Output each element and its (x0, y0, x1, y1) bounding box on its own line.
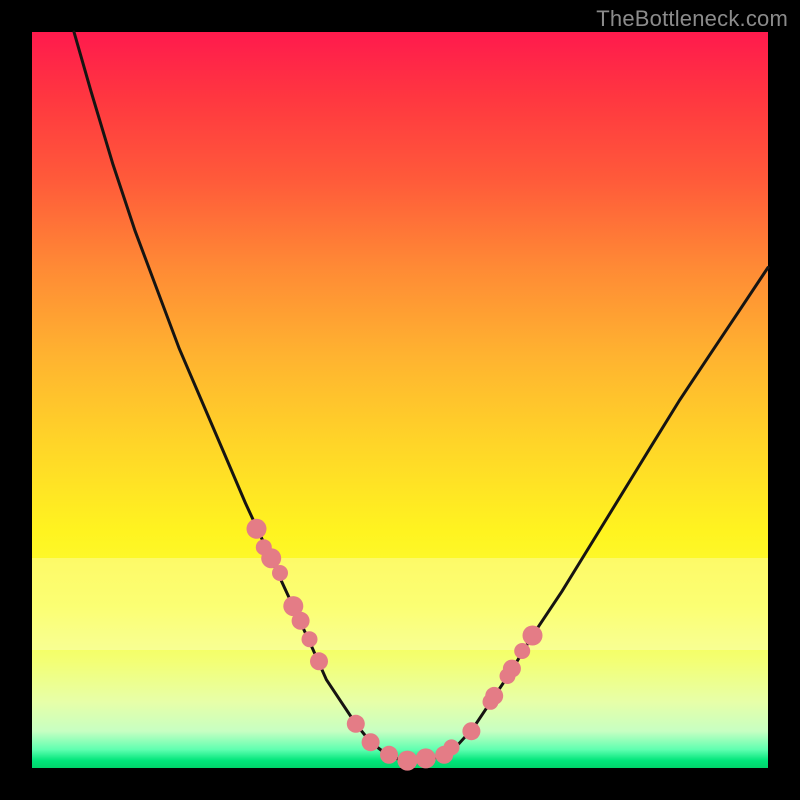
bead-marker (416, 748, 436, 768)
bottleneck-curve (74, 32, 768, 761)
bead-marker (302, 631, 318, 647)
bead-marker (247, 519, 267, 539)
bead-marker (514, 643, 530, 659)
bead-marker (444, 739, 460, 755)
bead-marker (347, 715, 365, 733)
bead-marker (380, 746, 398, 764)
bead-marker (310, 652, 328, 670)
bead-marker (462, 722, 480, 740)
bead-group (247, 519, 543, 771)
bead-marker (397, 751, 417, 771)
bead-marker (362, 733, 380, 751)
bead-marker (272, 565, 288, 581)
bead-marker (523, 626, 543, 646)
chart-stage: TheBottleneck.com (0, 0, 800, 800)
bead-marker (292, 612, 310, 630)
bead-marker (503, 660, 521, 678)
bead-marker (485, 687, 503, 705)
watermark-text: TheBottleneck.com (596, 6, 788, 32)
bead-marker (261, 548, 281, 568)
plot-area (32, 32, 768, 768)
curve-svg (32, 32, 768, 768)
